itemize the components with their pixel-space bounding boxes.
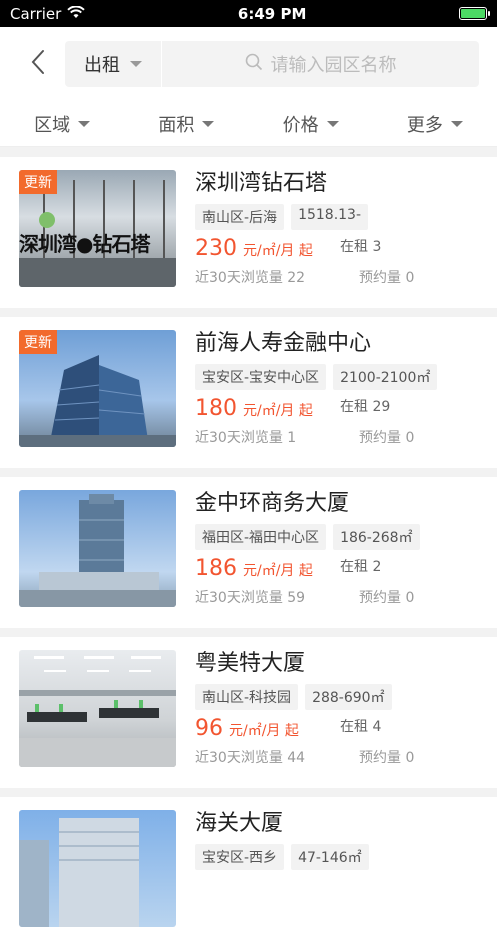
caret-down-icon <box>78 120 91 127</box>
view-count: 近30天浏览量 22 <box>195 270 306 286</box>
status-time: 6:49 PM <box>237 4 307 23</box>
listing-title: 粤美特大厦 <box>195 651 306 676</box>
search-bar: 出租 请输入园区名称 <box>65 41 479 87</box>
rent-count: 在租 2 <box>340 559 382 575</box>
listing-card[interactable]: 金中环商务大厦 福田区-福田中心区 186-268㎡ 186 元/㎡/月 起 在… <box>0 477 497 628</box>
caret-down-icon <box>130 61 142 67</box>
price-unit: 元/㎡/月 起 <box>229 723 299 739</box>
new-badge: 更新 <box>19 170 57 194</box>
status-bar: Carrier 6:49 PM <box>0 0 497 27</box>
location-tag: 宝安区-西乡 <box>195 844 285 870</box>
listing-card[interactable]: 粤美特大厦 南山区-科技园 288-690㎡ 96 元/㎡/月 起 在租 4 近… <box>0 637 497 788</box>
filter-bar: 区域 面积 价格 更多 <box>0 101 497 147</box>
listing-price: 180 <box>195 396 237 421</box>
filter-label: 区域 <box>34 114 71 136</box>
search-icon <box>245 53 263 76</box>
price-unit: 元/㎡/月 起 <box>243 243 313 259</box>
location-tag: 南山区-后海 <box>195 204 285 230</box>
booking-count: 预约量 0 <box>359 590 415 606</box>
sign-text: 深圳湾●钻石塔 <box>19 232 150 256</box>
view-count: 近30天浏览量 44 <box>195 750 306 766</box>
area-tag: 2100-2100㎡ <box>333 364 438 390</box>
rent-count: 在租 4 <box>340 719 382 735</box>
filter-region[interactable]: 区域 <box>0 111 124 137</box>
price-unit: 元/㎡/月 起 <box>243 403 313 419</box>
area-tag: 1518.13- <box>291 204 369 230</box>
type-dropdown[interactable]: 出租 <box>65 41 162 87</box>
filter-more[interactable]: 更多 <box>373 111 497 137</box>
listing-title: 海关大厦 <box>195 811 284 836</box>
back-button[interactable] <box>10 42 65 86</box>
listing-title: 深圳湾钻石塔 <box>195 171 328 196</box>
area-tag: 288-690㎡ <box>305 684 392 710</box>
booking-count: 预约量 0 <box>359 750 415 766</box>
location-tag: 宝安区-宝安中心区 <box>195 364 327 390</box>
view-count: 近30天浏览量 59 <box>195 590 306 606</box>
area-tag: 47-146㎡ <box>291 844 369 870</box>
listing-card[interactable]: 海关大厦 宝安区-西乡 47-146㎡ <box>0 797 497 948</box>
location-tag: 福田区-福田中心区 <box>195 524 327 550</box>
search-placeholder: 请输入园区名称 <box>270 55 397 76</box>
price-unit: 元/㎡/月 起 <box>243 563 313 579</box>
building-photo: 更新 深圳湾●钻石塔 <box>19 170 176 287</box>
wifi-icon <box>67 5 86 23</box>
booking-count: 预约量 0 <box>359 430 415 446</box>
listing-price: 186 <box>195 556 237 581</box>
caret-down-icon <box>202 120 215 127</box>
view-count: 近30天浏览量 1 <box>195 430 297 446</box>
filter-label: 面积 <box>158 114 195 136</box>
rent-count: 在租 3 <box>340 239 382 255</box>
listing-price: 96 <box>195 716 223 741</box>
office-photo <box>19 650 176 767</box>
building-photo <box>19 810 176 927</box>
caret-down-icon <box>326 120 339 127</box>
filter-area[interactable]: 面积 <box>124 111 248 137</box>
caret-down-icon <box>450 120 463 127</box>
carrier-label: Carrier <box>10 4 62 23</box>
type-dropdown-label: 出租 <box>84 55 120 76</box>
nav-bar: 出租 请输入园区名称 <box>0 27 497 101</box>
listing-card[interactable]: 更新 深圳湾●钻石塔 深圳湾钻石塔 南山区-后海 1518.13- 230 元/… <box>0 157 497 308</box>
listing-list: 更新 深圳湾●钻石塔 深圳湾钻石塔 南山区-后海 1518.13- 230 元/… <box>0 157 497 948</box>
listing-title: 前海人寿金融中心 <box>195 331 372 356</box>
location-tag: 南山区-科技园 <box>195 684 299 710</box>
booking-count: 预约量 0 <box>359 270 415 286</box>
listing-price: 230 <box>195 236 237 261</box>
listing-title: 金中环商务大厦 <box>195 491 350 516</box>
building-photo: 更新 <box>19 330 176 447</box>
listing-card[interactable]: 更新 前海人寿金融中心 宝安区-宝安中心区 2100-2100㎡ 180 元/㎡… <box>0 317 497 468</box>
rent-count: 在租 29 <box>340 399 391 415</box>
new-badge: 更新 <box>19 330 57 354</box>
filter-label: 价格 <box>282 114 319 136</box>
filter-price[interactable]: 价格 <box>249 111 373 137</box>
building-photo <box>19 490 176 607</box>
filter-label: 更多 <box>406 114 443 136</box>
chevron-left-icon <box>31 49 45 79</box>
battery-icon <box>458 7 490 20</box>
search-input[interactable]: 请输入园区名称 <box>162 51 479 77</box>
area-tag: 186-268㎡ <box>333 524 420 550</box>
